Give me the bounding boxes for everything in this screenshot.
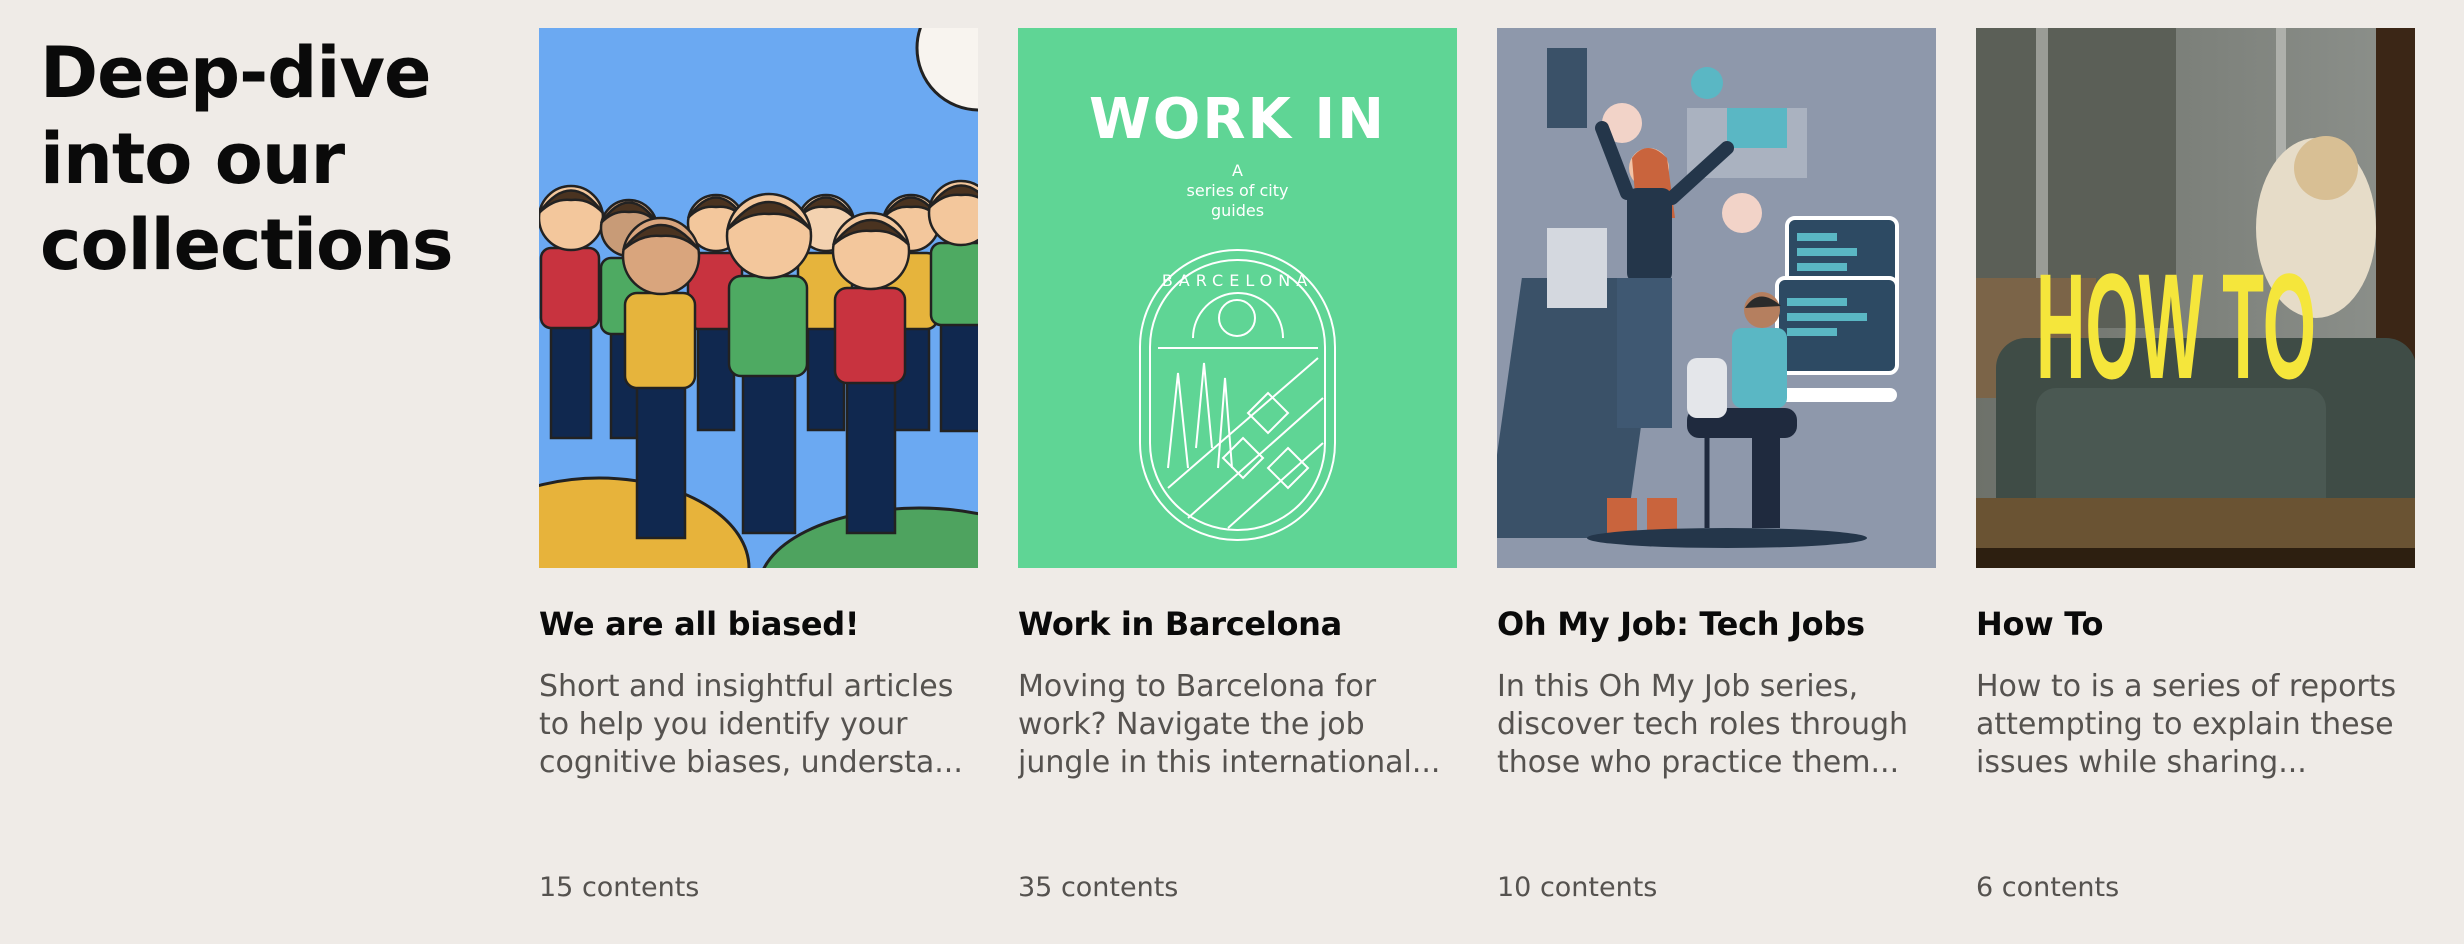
description-line: cognitive biases, understa... [539, 745, 963, 780]
collection-title[interactable]: Work in Barcelona [1018, 605, 1457, 643]
collection-thumbnail[interactable] [1497, 28, 1936, 568]
description-line: Moving to Barcelona for [1018, 669, 1377, 704]
description-line: to help you identify your [539, 707, 908, 742]
collection-description: How to is a series of reports attempting… [1976, 668, 2415, 782]
description-line: jungle in this international... [1018, 745, 1441, 780]
cover-overlay-text: HOW TO [2036, 242, 2316, 410]
work-in-barcelona-cover: WORK IN A series of city guides BARCELON [1018, 28, 1457, 568]
collection-thumbnail[interactable]: WORK IN A series of city guides BARCELON [1018, 28, 1457, 568]
cover-tagline: A [1232, 161, 1243, 180]
collection-thumbnail[interactable] [539, 28, 978, 568]
collection-card-biased[interactable]: We are all biased! Short and insightful … [539, 28, 978, 903]
description-line: In this Oh My Job series, [1497, 669, 1859, 704]
collection-title[interactable]: We are all biased! [539, 605, 978, 643]
content-count: 6 contents [1976, 872, 2120, 903]
cover-tagline: series of city [1187, 181, 1289, 200]
cover-city: BARCELONA [1162, 271, 1313, 290]
collection-description: Moving to Barcelona for work? Navigate t… [1018, 668, 1457, 782]
photo-woman-on-sofa: HOW TO [1976, 28, 2415, 568]
heading-line: collections [40, 204, 454, 286]
collection-description: In this Oh My Job series, discover tech … [1497, 668, 1936, 782]
description-line: discover tech roles through [1497, 707, 1909, 742]
description-line: attempting to explain these [1976, 707, 2394, 742]
description-line: work? Navigate the job [1018, 707, 1365, 742]
heading-line: into our [40, 118, 345, 200]
collection-title[interactable]: Oh My Job: Tech Jobs [1497, 605, 1936, 643]
description-line: those who practice them... [1497, 745, 1900, 780]
collection-card-work-in-barcelona[interactable]: WORK IN A series of city guides BARCELON [1018, 28, 1457, 903]
content-count: 10 contents [1497, 872, 1658, 903]
collection-card-tech-jobs[interactable]: Oh My Job: Tech Jobs In this Oh My Job s… [1497, 28, 1936, 903]
description-line: How to is a series of reports [1976, 669, 2397, 704]
content-count: 35 contents [1018, 872, 1179, 903]
content-count: 15 contents [539, 872, 700, 903]
description-line: Short and insightful articles [539, 669, 954, 704]
collection-card-how-to[interactable]: HOW TO How To How to is a series of repo… [1976, 28, 2415, 903]
heading-line: Deep-dive [40, 32, 431, 114]
collection-title[interactable]: How To [1976, 605, 2415, 643]
collection-description: Short and insightful articles to help yo… [539, 668, 978, 782]
cover-tagline: guides [1211, 201, 1264, 220]
collection-thumbnail[interactable]: HOW TO [1976, 28, 2415, 568]
section-heading: Deep-dive into our collections [40, 30, 460, 288]
illustration-tech-workers [1497, 28, 1936, 568]
cover-brand-text: WORK IN [1089, 87, 1386, 152]
description-line: issues while sharing... [1976, 745, 2307, 780]
illustration-group-of-people [539, 28, 978, 568]
